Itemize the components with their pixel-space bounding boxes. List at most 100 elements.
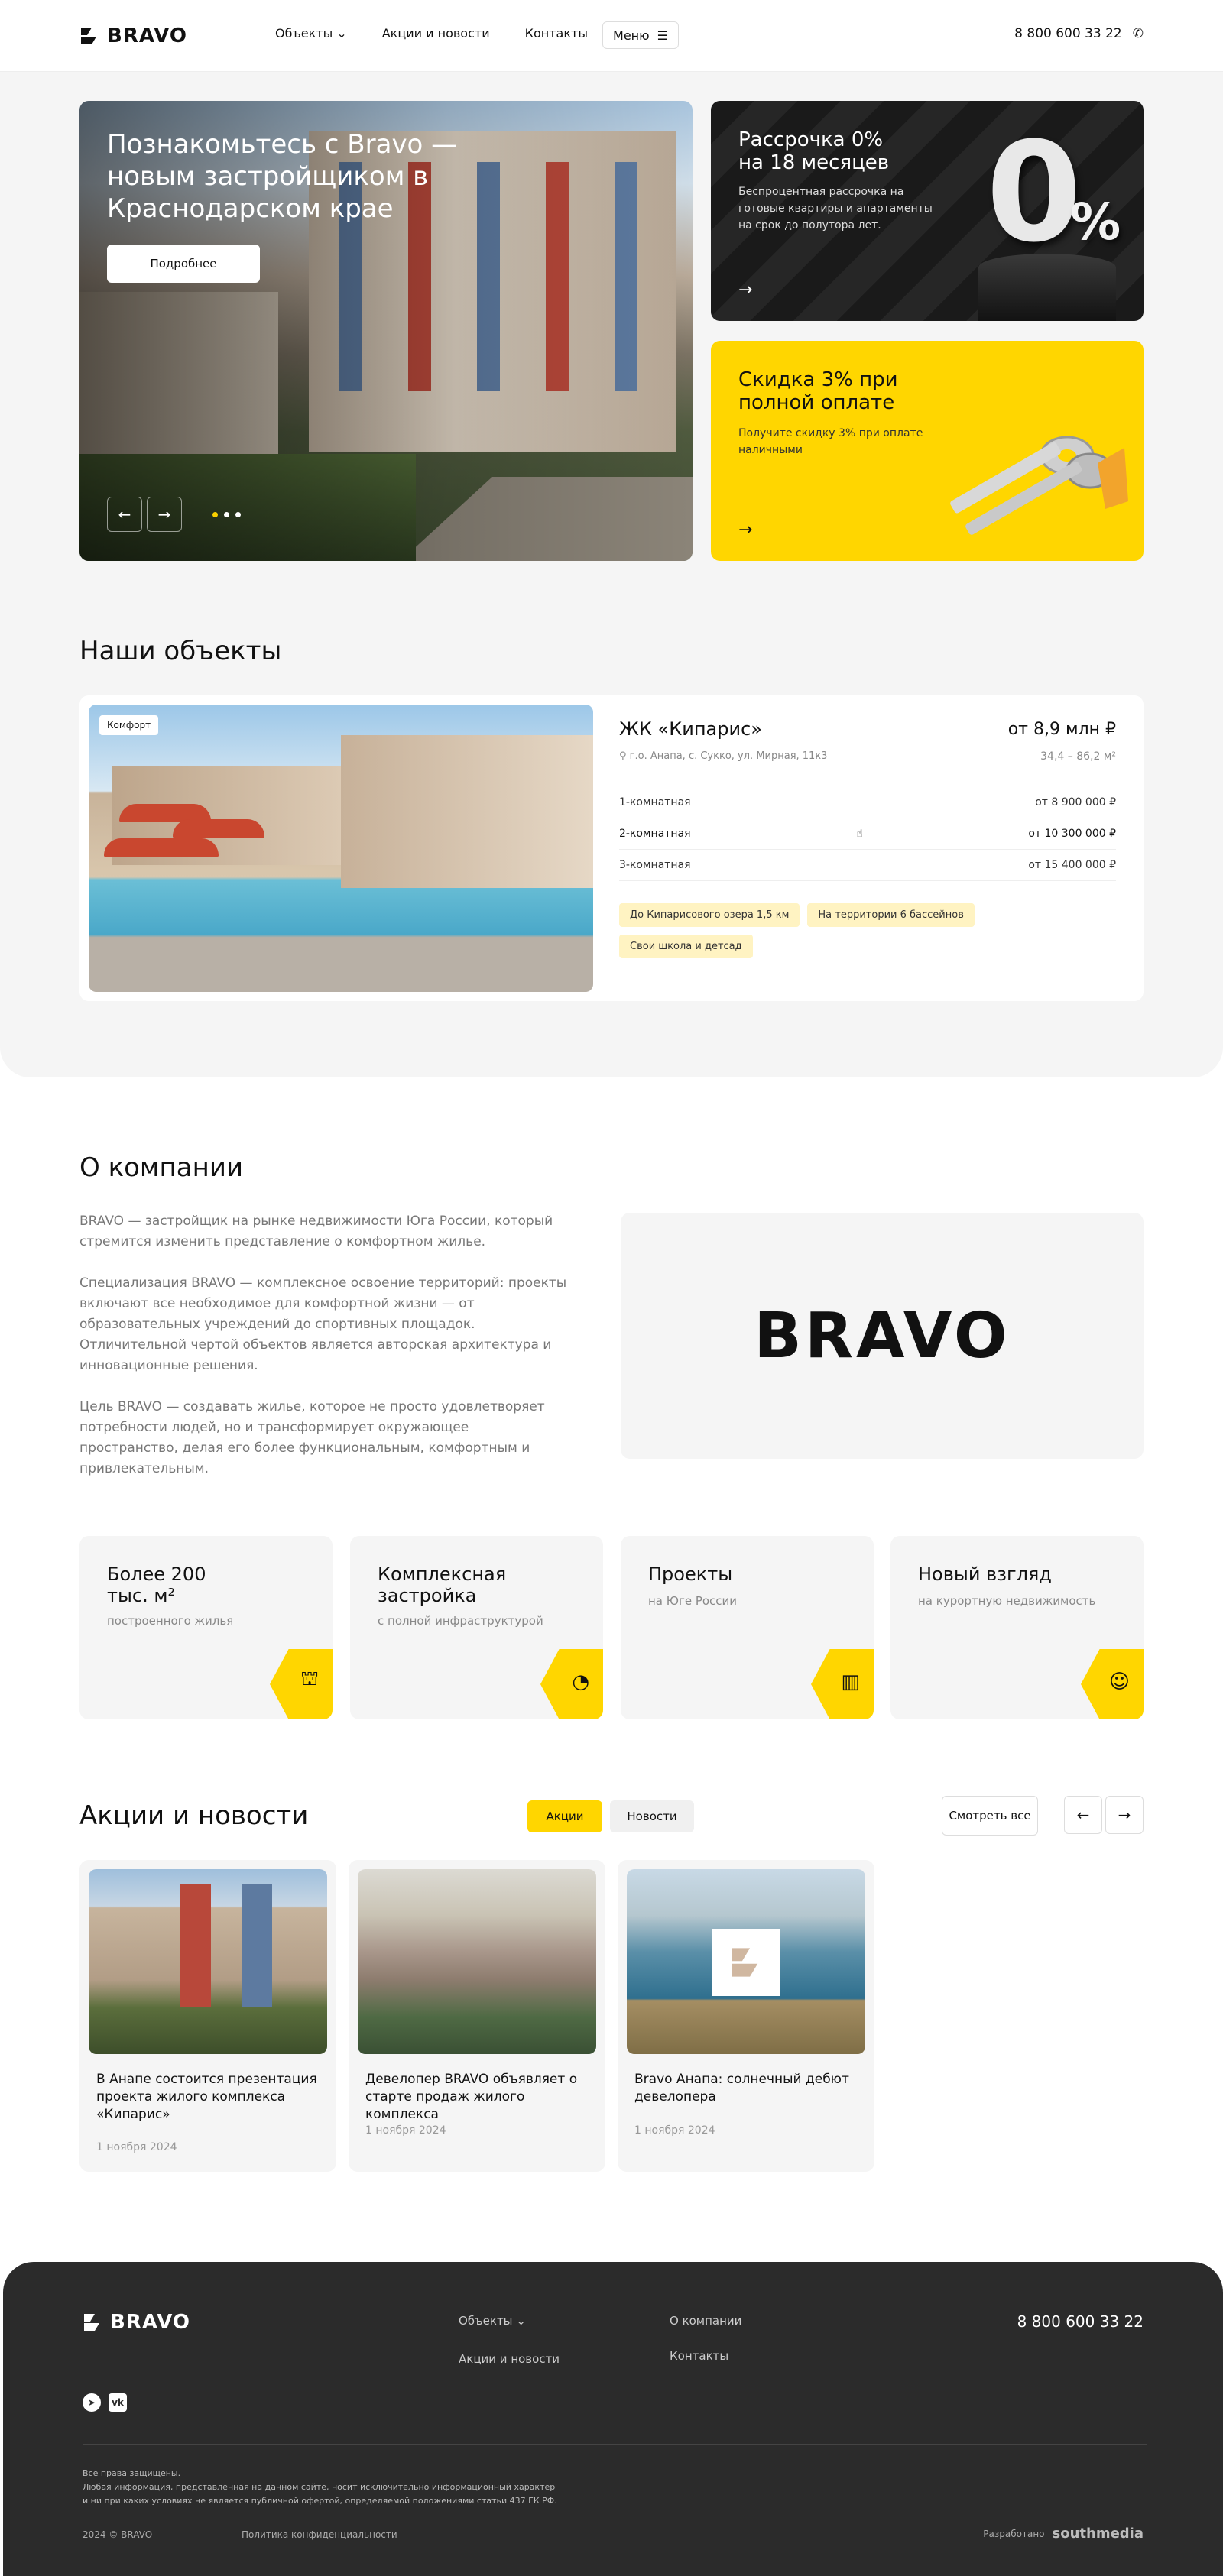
- feature-card: Новый взгляд на курортную недвижимость ☺: [890, 1536, 1144, 1719]
- nav-contacts[interactable]: Контакты: [525, 26, 588, 41]
- object-tag: На территории 6 бассейнов: [807, 903, 975, 927]
- logo-mark-icon: [732, 1948, 758, 1977]
- about-paragraph: Цель BRAVO — создавать жилье, которое не…: [79, 1399, 545, 1476]
- footer-link-objects[interactable]: Объекты ⌄: [459, 2314, 526, 2328]
- keys-icon: [950, 436, 1128, 535]
- apartment-price: от 8 900 000 ₽: [1035, 796, 1116, 808]
- tab-promos[interactable]: Акции: [527, 1800, 602, 1832]
- nav-objects[interactable]: Объекты ⌄: [275, 26, 347, 41]
- news-item-title: Девелопер BRAVO объявляет о старте прода…: [365, 2072, 578, 2122]
- news-photo: [89, 1869, 327, 2054]
- pointer-cursor-icon: ☝: [856, 828, 863, 840]
- tab-news[interactable]: Новости: [610, 1800, 694, 1832]
- feature-subtitle: на Юге России: [648, 1594, 738, 1608]
- phone-number: 8 800 600 33 22: [1014, 26, 1122, 41]
- apartment-row[interactable]: 1-комнатная от 8 900 000 ₽: [619, 787, 1116, 818]
- apartment-row[interactable]: 2-комнатная ☝ от 10 300 000 ₽: [619, 818, 1116, 850]
- object-name: ЖК «Кипарис»: [619, 718, 762, 740]
- news-date: 1 ноября 2024: [634, 2124, 715, 2137]
- slide-dot[interactable]: [235, 512, 241, 517]
- chevron-down-icon: ⌄: [516, 2314, 526, 2328]
- arrow-left-icon: ←: [1076, 1806, 1090, 1824]
- hamburger-icon: ☰: [657, 28, 668, 43]
- chevron-down-icon: ⌄: [336, 26, 347, 41]
- hero-prev-button[interactable]: ←: [107, 497, 142, 532]
- feature-card: Более 200 тыс. м² построенного жилья ⛫: [79, 1536, 333, 1719]
- hero-title: Познакомьтесь с Bravo — новым застройщик…: [107, 129, 458, 224]
- news-item-title: Bravo Анапа: солнечный дебют девелопера: [634, 2072, 849, 2105]
- news-card[interactable]: В Анапе состоится презентация проекта жи…: [79, 1860, 336, 2172]
- header-phone[interactable]: 8 800 600 33 22 ✆: [1014, 26, 1144, 41]
- about-logo-text: BRAVO: [754, 1299, 1011, 1372]
- object-card[interactable]: Комфорт ЖК «Кипарис» от 8,9 млн ₽ ⚲ г.о.…: [79, 695, 1144, 1001]
- location-pin-icon: ⚲: [619, 750, 627, 762]
- news-photo: [627, 1869, 865, 2054]
- see-all-button[interactable]: Смотреть все: [942, 1796, 1038, 1836]
- legal-line: Любая информация, представленная на данн…: [83, 2482, 556, 2492]
- footer-logo[interactable]: BRAVO: [83, 2311, 190, 2334]
- promo-text: Беспроцентная рассрочка на готовые кварт…: [738, 186, 933, 232]
- object-tags: До Кипарисового озера 1,5 км На территор…: [619, 903, 1017, 958]
- news-title: Акции и новости: [79, 1800, 309, 1831]
- promo-card-installment[interactable]: Рассрочка 0% на 18 месяцев Беспроцентная…: [711, 101, 1144, 321]
- logo-text: BRAVO: [107, 24, 187, 47]
- apartment-type: 2-комнатная: [619, 828, 691, 840]
- hero-pagination: [212, 512, 241, 517]
- nav-news[interactable]: Акции и новости: [382, 26, 490, 41]
- news-next-button[interactable]: →: [1105, 1796, 1144, 1834]
- feature-title: Новый взгляд: [918, 1563, 1052, 1585]
- feature-card: Комплексная застройка с полной инфрастру…: [350, 1536, 603, 1719]
- promo-card-discount[interactable]: Скидка 3% при полной оплате Получите ски…: [711, 341, 1144, 561]
- menu-button[interactable]: Меню ☰: [602, 21, 679, 49]
- logo[interactable]: BRAVO: [79, 24, 187, 47]
- arrow-right-icon: →: [157, 505, 171, 523]
- vk-icon[interactable]: vk: [109, 2393, 127, 2412]
- object-photo: Комфорт: [89, 705, 593, 992]
- arrow-left-icon: ←: [118, 505, 131, 523]
- footer-link-news[interactable]: Акции и новости: [459, 2352, 560, 2366]
- feature-card: Проекты на Юге России ▥: [621, 1536, 874, 1719]
- news-card[interactable]: Девелопер BRAVO объявляет о старте прода…: [349, 1860, 605, 2172]
- hero-next-button[interactable]: →: [147, 497, 182, 532]
- slide-dot[interactable]: [224, 512, 229, 517]
- privacy-link[interactable]: Политика конфиденциальности: [242, 2529, 397, 2540]
- apartment-type: 1-комнатная: [619, 796, 691, 808]
- arrow-right-icon: →: [738, 520, 753, 540]
- percent-graphic: %: [1070, 193, 1121, 251]
- footer-phone[interactable]: 8 800 600 33 22: [1017, 2312, 1144, 2331]
- apartment-types: 1-комнатная от 8 900 000 ₽ 2-комнатная ☝ от…: [619, 787, 1116, 881]
- news-card[interactable]: Bravo Анапа: солнечный дебют девелопера …: [618, 1860, 874, 2172]
- object-building: [341, 735, 593, 888]
- copyright: 2024 © BRAVO: [83, 2529, 153, 2540]
- about-paragraph: Специализация BRAVO — комплексное освоен…: [79, 1275, 567, 1373]
- news-prev-button[interactable]: ←: [1064, 1796, 1102, 1834]
- object-tag: До Кипарисового озера 1,5 км: [619, 903, 800, 927]
- menu-label: Меню: [613, 28, 650, 43]
- feature-subtitle: с полной инфраструктурой: [378, 1614, 543, 1628]
- crane-icon: ⛫: [300, 1667, 319, 1690]
- news-item-title: В Анапе состоится презентация проекта жи…: [96, 2072, 317, 2122]
- object-class-badge: Комфорт: [99, 715, 159, 735]
- feature-subtitle: построенного жилья: [107, 1614, 234, 1628]
- feature-subtitle: на курортную недвижимость: [918, 1594, 1096, 1608]
- about-title: О компании: [79, 1152, 244, 1183]
- site-header: BRAVO Объекты ⌄ Акции и новости Контакты…: [0, 0, 1223, 72]
- object-address-text: г.о. Анапа, с. Сукко, ул. Мирная, 11к3: [629, 750, 828, 762]
- apartment-row[interactable]: 3-комнатная от 15 400 000 ₽: [619, 850, 1116, 881]
- hero-more-button[interactable]: Подробнее: [107, 245, 260, 283]
- arrow-right-icon: →: [738, 280, 753, 300]
- worker-icon: ☺: [1108, 1670, 1130, 1693]
- footer-link-about[interactable]: О компании: [670, 2314, 741, 2328]
- object-tag: Свои школа и детсад: [619, 935, 753, 958]
- photo-detail: [242, 1884, 272, 2007]
- developer-credit[interactable]: Разработано southmedia: [983, 2526, 1144, 2542]
- footer-divider: [83, 2444, 1147, 2445]
- feature-title: Комплексная застройка: [378, 1563, 507, 1606]
- arrow-right-icon: →: [1118, 1806, 1131, 1824]
- zero-graphic: 0: [986, 113, 1082, 273]
- telegram-icon[interactable]: ➤: [83, 2393, 101, 2412]
- slide-dot[interactable]: [212, 512, 218, 517]
- chart-icon: ◔: [572, 1670, 589, 1693]
- building-icon: ▥: [841, 1670, 860, 1693]
- footer-link-contacts[interactable]: Контакты: [670, 2349, 728, 2363]
